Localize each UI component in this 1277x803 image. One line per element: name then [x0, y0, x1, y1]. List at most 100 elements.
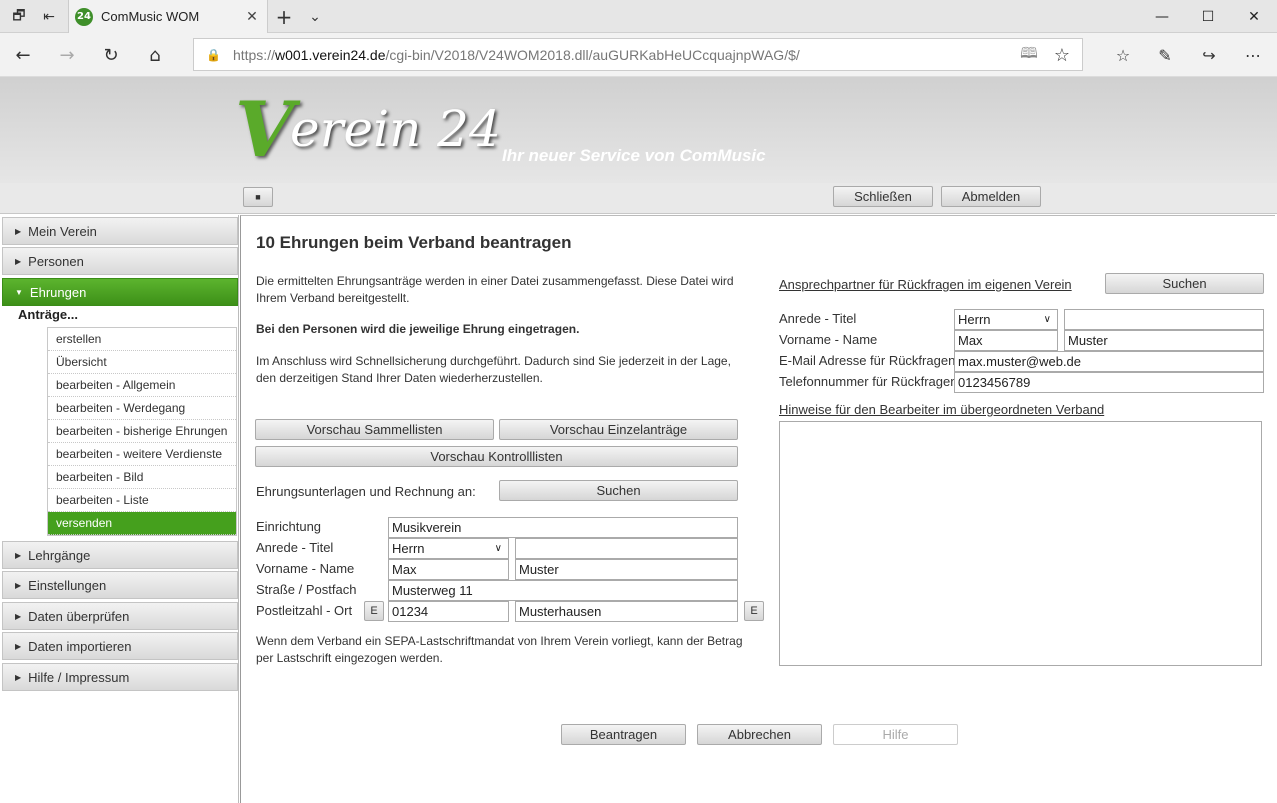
favicon-icon: 24 [75, 7, 93, 26]
submit-button[interactable]: Beantragen [561, 724, 686, 745]
sidebar-section-label: Daten importieren [28, 638, 132, 654]
contact-title-input[interactable] [1064, 309, 1264, 330]
sidebar-group-title: Anträge... [18, 307, 78, 322]
maximize-icon[interactable]: ☐ [1185, 0, 1231, 33]
notes-heading: Hinweise für den Bearbeiter im übergeord… [779, 402, 1105, 417]
city-input[interactable]: Musterhausen [515, 601, 738, 622]
tab-actions-icon[interactable]: 🗗 [8, 6, 30, 28]
reading-view-icon[interactable]: 🕮 [1014, 40, 1044, 70]
url-prefix: https:// [232, 46, 275, 63]
sidebar-section-lehrgaenge[interactable]: ▶ Lehrgänge [2, 541, 238, 569]
sidebar-item-versenden[interactable]: versenden [48, 512, 236, 535]
zip-input[interactable]: 01234 [388, 601, 509, 622]
street-label: Straße / Postfach [256, 582, 357, 597]
sidebar-section-ehrungen[interactable]: ▼ Ehrungen [2, 278, 238, 306]
favorites-list-icon[interactable]: ☆ [1108, 40, 1138, 70]
set-aside-tabs-icon[interactable]: ⇤ [38, 6, 60, 28]
forward-icon[interactable]: → [52, 40, 82, 70]
logo-text: erein 24 [290, 100, 501, 158]
chevron-down-icon: ∨ [1043, 314, 1051, 325]
preview-control-lists-button[interactable]: Vorschau Kontrolllisten [255, 446, 738, 467]
lock-icon: 🔒 [206, 47, 221, 62]
last-name-input[interactable]: Muster [515, 559, 738, 580]
sidebar-toggle-icon[interactable]: ■ [243, 187, 273, 207]
contact-heading: Ansprechpartner für Rückfragen im eigene… [779, 277, 1072, 292]
contact-last-name-input[interactable]: Muster [1064, 330, 1264, 351]
sidebar-item-bearbeiten-bild[interactable]: bearbeiten - Bild [48, 466, 236, 489]
search-recipient-button[interactable]: Suchen [499, 480, 738, 501]
sidebar-item-uebersicht[interactable]: Übersicht [48, 351, 236, 374]
refresh-icon[interactable]: ↻ [96, 40, 126, 70]
more-icon[interactable]: ⋯ [1238, 40, 1268, 70]
triangle-down-icon: ▼ [15, 287, 23, 297]
triangle-right-icon: ▶ [15, 226, 22, 236]
chevron-down-icon[interactable]: ⌄ [304, 6, 326, 28]
salutation-label: Anrede - Titel [256, 540, 334, 555]
contact-salutation-label: Anrede - Titel [779, 311, 857, 326]
address-bar[interactable]: 🔒 https://w001.verein24.de/cgi-bin/V2018… [193, 38, 1083, 71]
sidebar-section-daten-importieren[interactable]: ▶ Daten importieren [2, 632, 238, 660]
name-label: Vorname - Name [256, 561, 355, 576]
url-path: /cgi-bin/V2018/V24WOM2018.dll/auGURKabHe… [385, 46, 800, 63]
institution-label: Einrichtung [256, 519, 322, 534]
contact-first-name-input[interactable]: Max [954, 330, 1058, 351]
sidebar-section-daten-ueberpruefen[interactable]: ▶ Daten überprüfen [2, 602, 238, 630]
salutation-select[interactable]: Herrn ∨ [388, 538, 509, 559]
intro-text-1: Die ermittelten Ehrungsanträge werden in… [256, 274, 734, 305]
intro-text-2: Bei den Personen wird die jeweilige Ehru… [256, 322, 580, 336]
sidebar-item-bearbeiten-allgemein[interactable]: bearbeiten - Allgemein [48, 374, 236, 397]
sidebar-section-label: Lehrgänge [28, 547, 91, 563]
triangle-right-icon: ▶ [15, 611, 22, 621]
intro-text-3: Im Anschluss wird Schnellsicherung durch… [256, 354, 731, 385]
street-input[interactable]: Musterweg 11 [388, 580, 738, 601]
contact-salutation-value: Herrn [958, 312, 991, 327]
pen-icon[interactable]: ✎ [1150, 40, 1180, 70]
logo-v: V [235, 85, 294, 174]
sidebar-item-bearbeiten-liste[interactable]: bearbeiten - Liste [48, 489, 236, 512]
preview-collective-lists-button[interactable]: Vorschau Sammellisten [255, 419, 494, 440]
contact-salutation-select[interactable]: Herrn ∨ [954, 309, 1058, 330]
zip-lookup-button[interactable]: E [364, 601, 384, 621]
triangle-right-icon: ▶ [15, 641, 22, 651]
cancel-button[interactable]: Abbrechen [697, 724, 822, 745]
tab-title: ComMusic WOM [101, 9, 200, 24]
recipient-label: Ehrungsunterlagen und Rechnung an: [256, 484, 476, 499]
triangle-right-icon: ▶ [15, 580, 22, 590]
sidebar-item-erstellen[interactable]: erstellen [48, 328, 236, 351]
title-input[interactable] [515, 538, 738, 559]
sidebar-section-hilfe-impressum[interactable]: ▶ Hilfe / Impressum [2, 663, 238, 691]
favorite-star-icon[interactable]: ☆ [1047, 40, 1077, 70]
sidebar-item-bearbeiten-bisherige-ehrungen[interactable]: bearbeiten - bisherige Ehrungen [48, 420, 236, 443]
contact-phone-input[interactable]: 0123456789 [954, 372, 1264, 393]
tagline: Ihr neuer Service von ComMusic [502, 146, 766, 165]
sidebar-item-bearbeiten-werdegang[interactable]: bearbeiten - Werdegang [48, 397, 236, 420]
close-window-icon[interactable]: ✕ [1231, 0, 1277, 33]
institution-input[interactable]: Musikverein [388, 517, 738, 538]
search-contact-button[interactable]: Suchen [1105, 273, 1264, 294]
browser-tab[interactable]: 24 ComMusic WOM ✕ [68, 0, 268, 33]
help-button[interactable]: Hilfe [833, 724, 958, 745]
minimize-icon[interactable]: — [1139, 0, 1185, 33]
share-icon[interactable]: ↪ [1194, 40, 1224, 70]
site-header [0, 77, 1277, 183]
sidebar-sublist: erstellen Übersicht bearbeiten - Allgeme… [47, 327, 237, 536]
contact-email-input[interactable]: max.muster@web.de [954, 351, 1264, 372]
contact-name-label: Vorname - Name [779, 332, 878, 347]
salutation-value: Herrn [392, 541, 425, 556]
home-icon[interactable]: ⌂ [140, 40, 170, 70]
city-lookup-button[interactable]: E [744, 601, 764, 621]
back-icon[interactable]: ← [8, 40, 38, 70]
close-tab-icon[interactable]: ✕ [243, 9, 261, 25]
notes-textarea[interactable] [779, 421, 1262, 666]
sidebar-section-einstellungen[interactable]: ▶ Einstellungen [2, 571, 238, 599]
close-button[interactable]: Schließen [833, 186, 933, 207]
sidebar-item-bearbeiten-weitere-verdienste[interactable]: bearbeiten - weitere Verdienste [48, 443, 236, 466]
logout-button[interactable]: Abmelden [941, 186, 1041, 207]
sidebar-section-personen[interactable]: ▶ Personen [2, 247, 238, 275]
contact-phone-label: Telefonnummer für Rückfragen [779, 374, 958, 389]
preview-single-applications-button[interactable]: Vorschau Einzelanträge [499, 419, 738, 440]
new-tab-icon[interactable]: + [273, 5, 295, 29]
sidebar-section-mein-verein[interactable]: ▶ Mein Verein [2, 217, 238, 245]
first-name-input[interactable]: Max [388, 559, 509, 580]
sidebar-section-label: Einstellungen [28, 577, 107, 593]
